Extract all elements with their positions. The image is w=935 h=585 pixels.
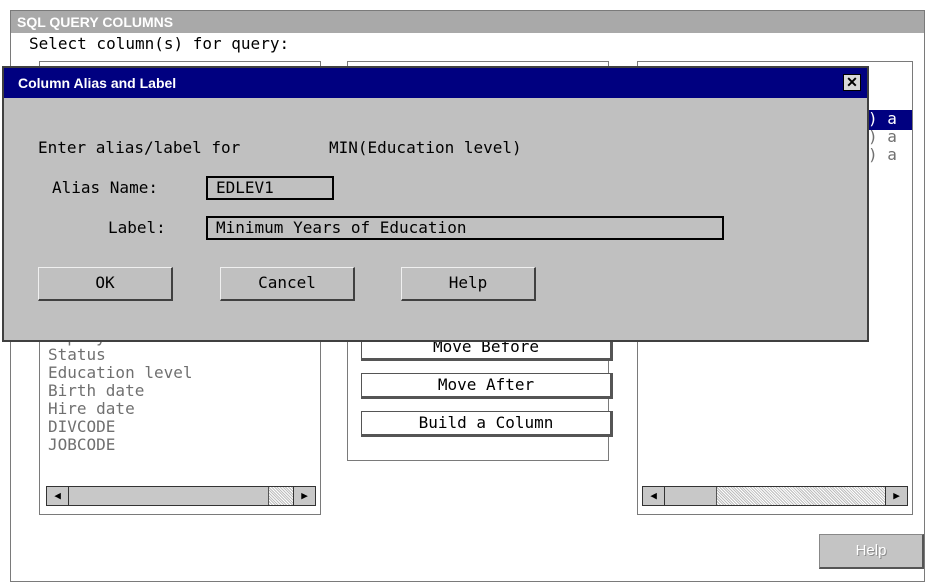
label-label: Label: bbox=[108, 218, 166, 237]
scroll-right-icon[interactable]: ▶ bbox=[885, 487, 907, 505]
move-after-button[interactable]: Move After bbox=[361, 373, 613, 399]
alias-name-field[interactable]: EDLEV1 bbox=[206, 176, 334, 200]
list-item[interactable]: JOBCODE bbox=[48, 436, 193, 454]
alias-prompt: Enter alias/label for bbox=[38, 138, 241, 157]
list-item[interactable]: ) a bbox=[868, 110, 897, 128]
select-columns-prompt: Select column(s) for query: bbox=[29, 34, 290, 53]
alias-name-label: Alias Name: bbox=[52, 178, 158, 197]
list-item[interactable]: Status bbox=[48, 346, 193, 364]
list-item[interactable]: DIVCODE bbox=[48, 418, 193, 436]
label-field[interactable]: Minimum Years of Education bbox=[206, 216, 724, 240]
scroll-track[interactable] bbox=[717, 487, 885, 505]
scroll-left-icon[interactable]: ◀ bbox=[47, 487, 69, 505]
scroll-left-icon[interactable]: ◀ bbox=[643, 487, 665, 505]
list-item[interactable]: ) a bbox=[868, 128, 897, 146]
list-item[interactable]: Birth date bbox=[48, 382, 193, 400]
window-title: SQL QUERY COLUMNS bbox=[11, 11, 924, 33]
scroll-thumb[interactable] bbox=[665, 487, 717, 505]
cancel-button[interactable]: Cancel bbox=[220, 267, 355, 301]
help-button[interactable]: Help bbox=[819, 534, 924, 569]
target-expression: MIN(Education level) bbox=[329, 138, 522, 157]
list-item[interactable]: ) a bbox=[868, 146, 897, 164]
dialog-title: Column Alias and Label bbox=[4, 68, 867, 98]
ok-button[interactable]: OK bbox=[38, 267, 173, 301]
available-columns-hscrollbar[interactable]: ◀ ▶ bbox=[46, 486, 316, 506]
close-icon[interactable]: ✕ bbox=[843, 74, 861, 91]
scroll-right-icon[interactable]: ▶ bbox=[293, 487, 315, 505]
dialog-help-button[interactable]: Help bbox=[401, 267, 536, 301]
scroll-track[interactable] bbox=[269, 487, 293, 505]
build-a-column-button[interactable]: Build a Column bbox=[361, 411, 613, 437]
list-item[interactable]: Education level bbox=[48, 364, 193, 382]
selected-columns-hscrollbar[interactable]: ◀ ▶ bbox=[642, 486, 908, 506]
scroll-thumb[interactable] bbox=[69, 487, 269, 505]
list-item[interactable]: Hire date bbox=[48, 400, 193, 418]
